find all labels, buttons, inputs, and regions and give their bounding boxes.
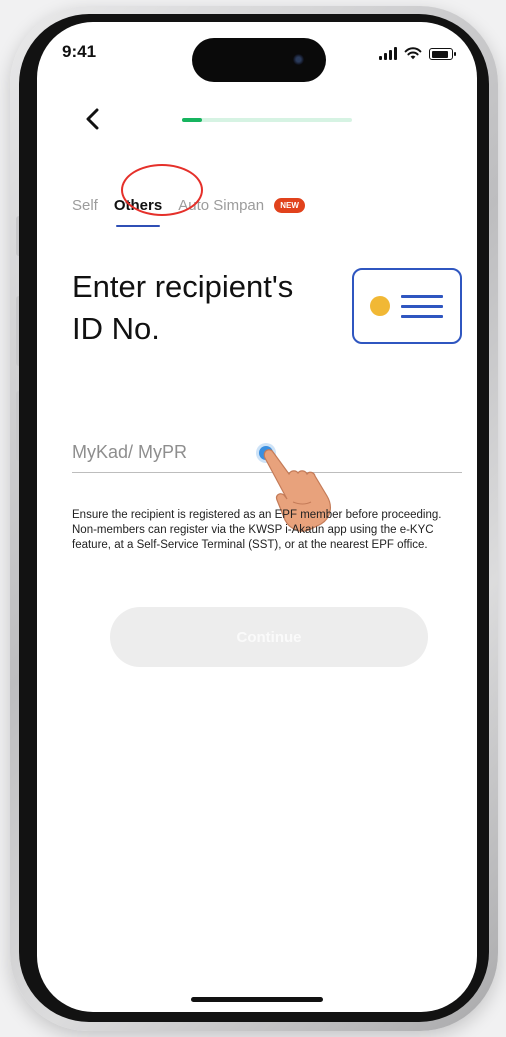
highlight-annotation-circle xyxy=(121,164,203,216)
id-card-line xyxy=(401,305,443,308)
id-card-dot xyxy=(370,296,390,316)
step-progress-fill xyxy=(182,118,203,122)
page-title: Enter recipient's ID No. xyxy=(72,269,294,346)
chevron-left-icon xyxy=(86,108,99,130)
step-progress-bar xyxy=(182,118,352,122)
home-indicator xyxy=(191,997,323,1002)
id-card-line xyxy=(401,315,443,318)
new-badge: NEW xyxy=(274,198,305,214)
wifi-icon xyxy=(404,47,422,60)
back-button[interactable] xyxy=(79,102,109,136)
continue-button[interactable]: Continue xyxy=(110,607,428,667)
active-tab-indicator xyxy=(115,224,161,227)
front-camera xyxy=(293,54,304,65)
dynamic-island xyxy=(192,38,326,82)
status-time: 9:41 xyxy=(62,42,97,61)
id-card-icon xyxy=(352,268,462,344)
registration-notice: Ensure the recipient is registered as an… xyxy=(72,509,442,551)
app-screen: 9:41 Self Others Auto Simpan NEW Enter r… xyxy=(37,22,477,1012)
battery-icon xyxy=(429,48,456,60)
status-icons xyxy=(379,46,456,60)
id-card-line xyxy=(401,295,443,298)
signal-icon xyxy=(379,47,397,60)
tab-self[interactable]: Self xyxy=(72,197,98,214)
